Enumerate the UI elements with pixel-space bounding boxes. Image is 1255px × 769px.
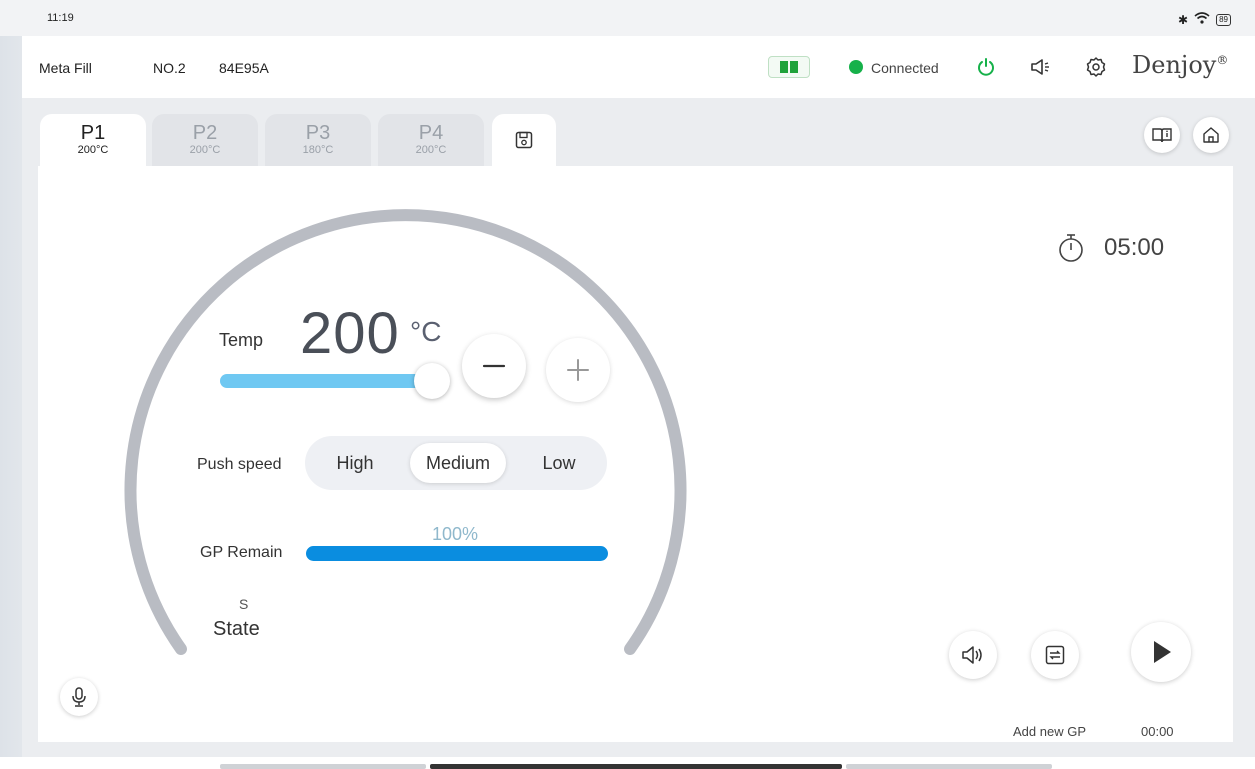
- bluetooth-icon: ✱: [1178, 12, 1189, 27]
- connection-status-dot: [849, 60, 863, 74]
- push-speed-high[interactable]: High: [315, 443, 395, 483]
- app-window: Meta Fill NO.2 84E95A Connected Denjoy® …: [22, 36, 1255, 757]
- device-id: 84E95A: [219, 60, 269, 76]
- device-number: NO.2: [153, 60, 186, 76]
- timer-value: 05:00: [1104, 234, 1165, 261]
- bottom-indicator-right: [846, 764, 1052, 769]
- play-time: 00:00: [1141, 724, 1174, 739]
- push-speed-low[interactable]: Low: [519, 443, 599, 483]
- save-button[interactable]: [492, 114, 556, 166]
- home-icon: [1203, 127, 1219, 143]
- volume-icon: [962, 646, 982, 664]
- speaker-icon[interactable]: [1028, 55, 1052, 79]
- brand-logo: Denjoy®: [1132, 51, 1229, 79]
- voice-button[interactable]: [60, 678, 98, 716]
- book-icon: [1152, 128, 1172, 143]
- save-icon: [515, 131, 533, 149]
- add-new-gp-label: Add new GP: [1013, 724, 1086, 739]
- gp-remain-label: GP Remain: [200, 544, 283, 561]
- minus-icon: [482, 364, 506, 368]
- temp-slider-thumb[interactable]: [414, 363, 450, 399]
- temp-label: Temp: [219, 330, 264, 350]
- app-name: Meta Fill: [39, 60, 92, 76]
- gear-icon[interactable]: [1084, 55, 1108, 79]
- bottom-indicator-center[interactable]: [430, 764, 842, 769]
- temperature-arc: [124, 209, 687, 655]
- play-icon: [1154, 641, 1171, 663]
- tab-p2[interactable]: P2 200°C: [152, 114, 258, 166]
- tab-p1[interactable]: P1 200°C: [40, 114, 146, 166]
- home-button[interactable]: [1193, 117, 1229, 153]
- push-speed-label: Push speed: [197, 456, 282, 473]
- temp-value: 200: [300, 301, 400, 366]
- increase-temp-button[interactable]: [546, 338, 610, 402]
- decrease-temp-button[interactable]: [462, 334, 526, 398]
- microphone-icon: [72, 687, 86, 707]
- temp-unit: °C: [410, 316, 442, 347]
- tab-p4[interactable]: P4 200°C: [378, 114, 484, 166]
- wifi-icon: [1194, 12, 1210, 27]
- plus-icon: [567, 359, 589, 381]
- status-time: 11:19: [47, 12, 74, 24]
- gp-remain-bar: [306, 546, 608, 561]
- temp-slider-track[interactable]: [220, 374, 430, 388]
- battery-icon: 89: [1216, 13, 1231, 26]
- manual-button[interactable]: [1144, 117, 1180, 153]
- tab-p3[interactable]: P3 180°C: [265, 114, 371, 166]
- sound-button[interactable]: [949, 631, 997, 679]
- add-new-gp-button[interactable]: [1031, 631, 1079, 679]
- push-speed-selector: High Medium Low: [305, 436, 607, 490]
- status-icons: ✱ 89: [1178, 12, 1231, 27]
- state-symbol: S: [239, 596, 249, 612]
- bottom-indicator-left: [220, 764, 426, 769]
- power-icon[interactable]: [974, 55, 998, 79]
- play-button[interactable]: [1131, 622, 1191, 682]
- device-battery-icon: [768, 56, 810, 78]
- system-status-bar: 11:19 ✱ 89: [0, 0, 1255, 36]
- gp-remain-percent: 100%: [432, 524, 479, 544]
- push-speed-medium[interactable]: Medium: [410, 443, 506, 483]
- refill-icon: [1045, 645, 1065, 665]
- state-label: State: [213, 618, 260, 640]
- main-panel: Temp 200 °C Push speed High Medium Low 1…: [38, 166, 1233, 742]
- stopwatch-icon: [1059, 234, 1083, 262]
- header-bar: Meta Fill NO.2 84E95A Connected Denjoy®: [22, 36, 1255, 98]
- connection-status: Connected: [871, 60, 939, 76]
